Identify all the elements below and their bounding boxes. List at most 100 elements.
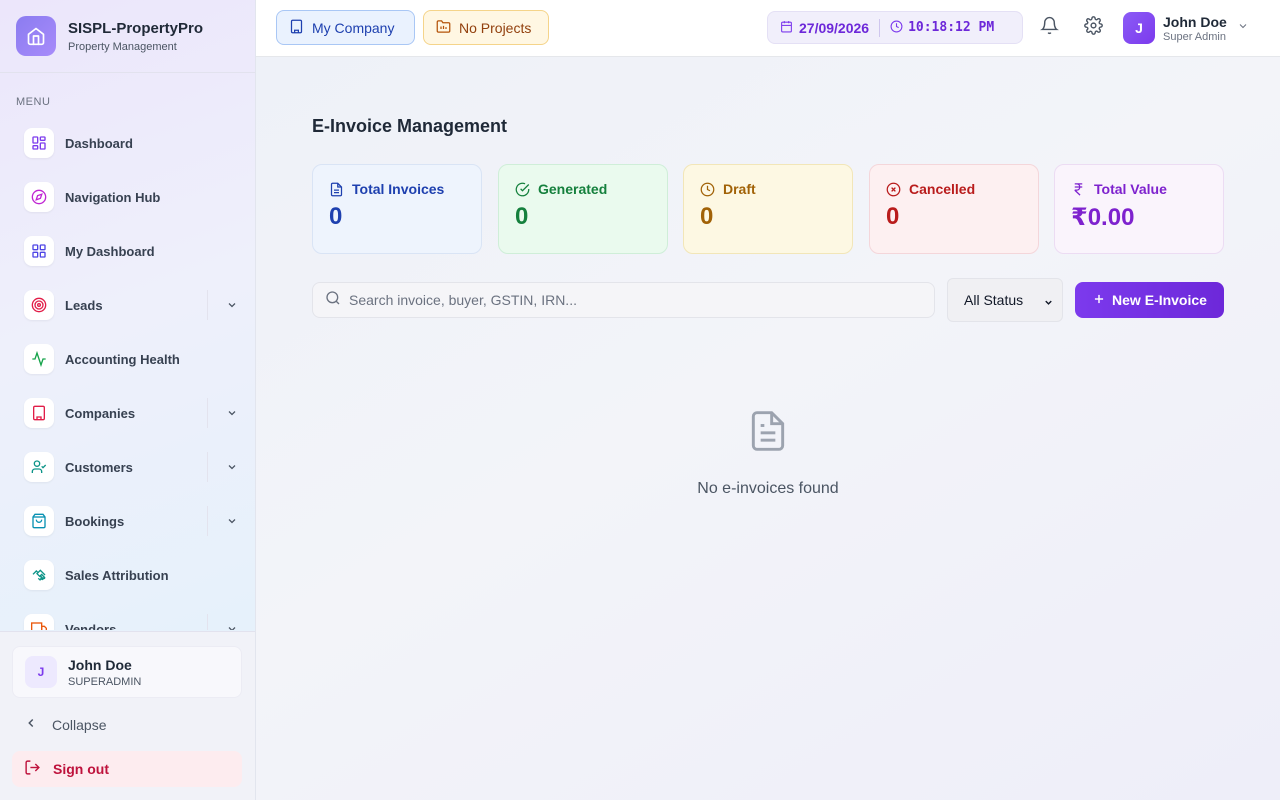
sidebar-item-label: Bookings — [65, 513, 125, 529]
sign-out-button[interactable]: Sign out — [12, 751, 242, 787]
main-content: E-Invoice Management Total Invoices 0 Ge… — [256, 57, 1280, 800]
sidebar-nav: Dashboard Navigation Hub My Dashboard Le… — [0, 116, 255, 630]
avatar: J — [25, 656, 57, 688]
company-selector[interactable]: My Company — [276, 10, 415, 45]
sidebar-item-leads[interactable]: Leads — [0, 278, 255, 332]
search-icon — [325, 290, 341, 311]
sidebar-item-label: My Dashboard — [65, 243, 155, 259]
sidebar-item-label: Leads — [65, 297, 103, 313]
sidebar-item-bookings[interactable]: Bookings — [0, 494, 255, 548]
truck-icon — [24, 614, 54, 630]
activity-icon — [24, 344, 54, 374]
stat-value: 0 — [700, 203, 714, 230]
collapse-label: Collapse — [52, 716, 107, 733]
brand-subtitle: Property Management — [68, 40, 177, 53]
chevron-left-icon — [24, 716, 38, 733]
sidebar-item-vendors[interactable]: Vendors — [0, 602, 255, 630]
current-time: 10:18:12 PM — [908, 20, 995, 35]
sidebar-item-companies[interactable]: Companies — [0, 386, 255, 440]
sidebar-item-dashboard[interactable]: Dashboard — [0, 116, 255, 170]
stat-value: 0 — [329, 203, 343, 230]
stat-card-cancelled: Cancelled 0 — [869, 164, 1039, 254]
status-filter-select[interactable]: All Status — [947, 278, 1063, 322]
chevron-down-icon — [1237, 19, 1249, 37]
stat-value: ₹0.00 — [1071, 204, 1135, 231]
chevron-down-icon[interactable] — [207, 452, 255, 482]
new-e-invoice-button[interactable]: New E-Invoice — [1075, 282, 1224, 318]
sidebar-item-label: Customers — [65, 459, 133, 475]
home-icon — [16, 16, 56, 56]
stat-value: 0 — [886, 203, 900, 230]
clock-icon — [700, 182, 715, 196]
status-filter-value: All Status — [964, 292, 1024, 308]
chevron-down-icon[interactable] — [207, 614, 255, 630]
stat-label: Cancelled — [909, 181, 976, 197]
sidebar-item-label: Vendors — [65, 621, 117, 631]
search-input[interactable] — [349, 292, 909, 308]
avatar: J — [1123, 12, 1155, 44]
date-time-display: 27/09/2026 10:18:12 PM — [767, 11, 1023, 44]
target-icon — [24, 290, 54, 320]
menu-label: MENU — [16, 96, 51, 108]
stat-card-generated: Generated 0 — [498, 164, 668, 254]
sidebar-item-sales-attribution[interactable]: Sales Attribution — [0, 548, 255, 602]
check-circle-icon — [515, 182, 530, 196]
compass-icon — [24, 182, 54, 212]
sidebar-item-customers[interactable]: Customers — [0, 440, 255, 494]
building-icon — [24, 398, 54, 428]
sidebar-footer: J John Doe SUPERADMIN Collapse Sign out — [0, 631, 255, 800]
file-text-icon — [568, 407, 968, 460]
user-menu[interactable]: J John Doe Super Admin — [1123, 12, 1249, 44]
notifications-button[interactable] — [1035, 14, 1063, 42]
sidebar-item-accounting-health[interactable]: Accounting Health — [0, 332, 255, 386]
shopping-bag-icon — [24, 506, 54, 536]
chevron-down-icon[interactable] — [207, 506, 255, 536]
building-icon — [289, 19, 304, 37]
chevron-down-icon[interactable] — [207, 290, 255, 320]
project-selector[interactable]: No Projects — [423, 10, 549, 45]
plus-icon — [1092, 292, 1106, 309]
rupee-icon — [1074, 182, 1083, 196]
grid-icon — [24, 236, 54, 266]
sidebar-item-my-dashboard[interactable]: My Dashboard — [0, 224, 255, 278]
stat-label: Draft — [723, 181, 756, 197]
sidebar-user-card[interactable]: J John Doe SUPERADMIN — [12, 646, 242, 698]
sidebar-item-label: Accounting Health — [65, 351, 180, 367]
sidebar-item-navigation-hub[interactable]: Navigation Hub — [0, 170, 255, 224]
sidebar-item-label: Dashboard — [65, 135, 133, 151]
stat-label: Generated — [538, 181, 608, 197]
sidebar: SISPL-PropertyPro Property Management ME… — [0, 0, 256, 800]
empty-message: No e-invoices found — [697, 480, 839, 497]
log-out-icon — [24, 759, 41, 779]
collapse-button[interactable]: Collapse — [24, 716, 106, 733]
handshake-icon — [24, 560, 54, 590]
search-box[interactable] — [312, 282, 935, 318]
clock-icon — [890, 20, 903, 36]
brand[interactable]: SISPL-PropertyPro Property Management — [0, 0, 255, 73]
grid-icon — [24, 128, 54, 158]
stat-label: Total Invoices — [352, 181, 445, 197]
chevron-down-icon[interactable] — [207, 398, 255, 428]
stat-card-draft: Draft 0 — [683, 164, 853, 254]
projects-label: No Projects — [459, 19, 532, 36]
sidebar-item-label: Navigation Hub — [65, 189, 161, 205]
empty-state: No e-invoices found — [568, 407, 968, 498]
user-name: John Doe — [1163, 13, 1227, 30]
sidebar-item-label: Sales Attribution — [65, 567, 169, 583]
folder-icon — [436, 19, 451, 37]
settings-button[interactable] — [1079, 14, 1107, 42]
page-title: E-Invoice Management — [312, 116, 508, 136]
calendar-icon — [780, 20, 793, 36]
gear-icon — [1083, 16, 1103, 40]
x-circle-icon — [886, 182, 901, 196]
chevron-down-icon — [1043, 295, 1054, 311]
stat-label: Total Value — [1094, 181, 1167, 197]
current-date: 27/09/2026 — [799, 19, 870, 36]
user-check-icon — [24, 452, 54, 482]
sidebar-item-label: Companies — [65, 405, 136, 421]
stat-value: 0 — [515, 203, 529, 230]
bell-icon — [1039, 16, 1059, 40]
sidebar-user-role: SUPERADMIN — [68, 675, 142, 688]
stat-card-total-invoices: Total Invoices 0 — [312, 164, 482, 254]
sidebar-user-name: John Doe — [68, 656, 132, 673]
